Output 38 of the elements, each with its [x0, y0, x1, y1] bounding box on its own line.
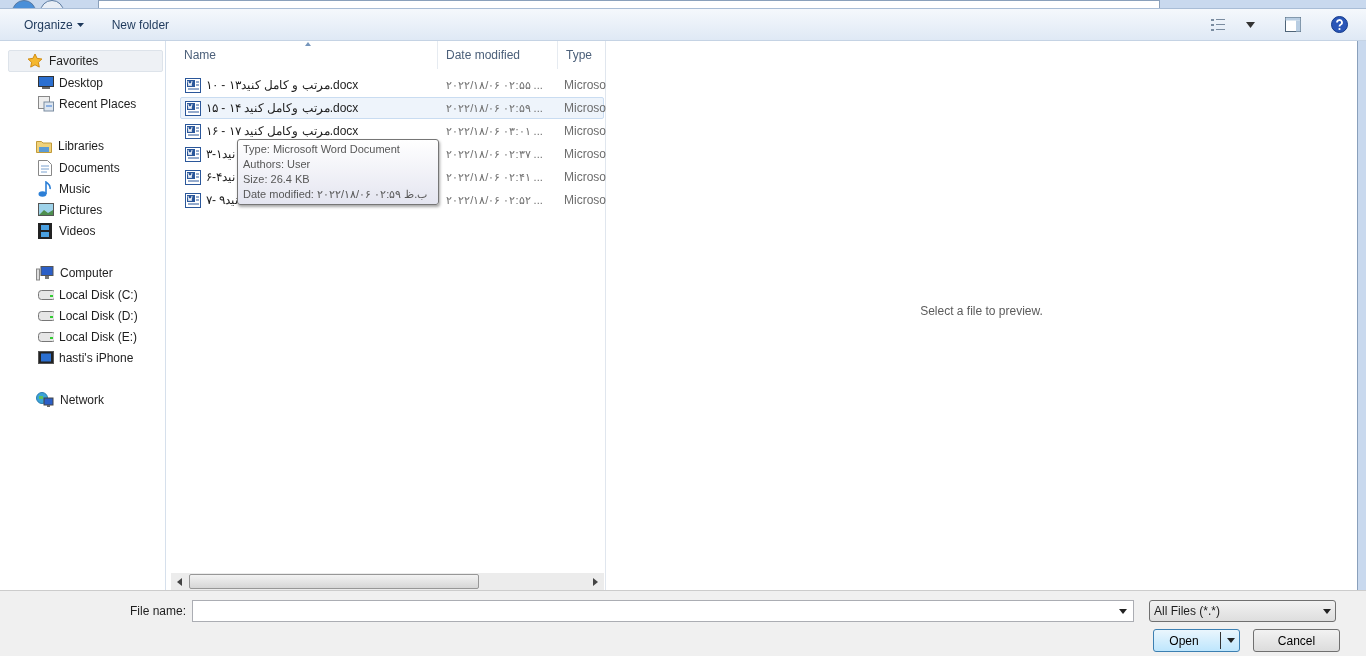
tooltip-line: Size: 26.4 KB — [243, 172, 311, 187]
file-type: Microso — [564, 78, 606, 92]
file-type: Microso — [564, 147, 606, 161]
tooltip-line: Type: Microsoft Word Document — [243, 142, 401, 157]
file-name: مرتب و کامل کنید۱۳ - ۱۰.docx — [206, 78, 359, 92]
sidebar-item-label: Documents — [59, 160, 120, 175]
sidebar-item-label: Local Disk (E:) — [59, 329, 138, 344]
tooltip-line: Authors: User — [243, 157, 312, 172]
sidebar-group-label: Favorites — [49, 54, 99, 68]
sidebar-group-label: Libraries — [58, 139, 105, 153]
file-name: نید۱-۳ — [206, 147, 235, 161]
file-type: Microso — [564, 170, 606, 184]
sidebar-item-label: Local Disk (D:) — [59, 308, 138, 323]
file-name: مرتب وکامل کنید ۱۴ - ۱۵.docx — [206, 101, 359, 115]
date-modified: ۲۰۲۲/۱۸/۰۶ ۰۲:۵۵ ... — [446, 78, 543, 92]
sidebar-group-label: Network — [60, 393, 104, 407]
file-type: Microso — [564, 193, 606, 207]
preview-message: Select a file to preview. — [920, 303, 1043, 318]
tooltip-line: Date modified: ۲۰۲۲/۱۸/۰۶ ب.ظ ۰۲:۵۹ — [243, 187, 429, 202]
file-name: نید۴-۶ — [206, 170, 235, 184]
sidebar-item-label: Pictures — [59, 202, 103, 217]
date-modified: ۲۰۲۲/۱۸/۰۶ ۰۲:۵۲ ... — [446, 193, 543, 207]
file-type: Microso — [564, 124, 606, 138]
sidebar-item-label: Local Disk (C:) — [59, 287, 138, 302]
file-name: مرتب وکامل کنید ۱۷ - ۱۶.docx — [206, 124, 359, 138]
date-modified: ۲۰۲۲/۱۸/۰۶ ۰۲:۵۹ ... — [446, 101, 543, 115]
sidebar-item-label: Desktop — [59, 75, 104, 90]
sidebar-group-label: Computer — [60, 266, 113, 280]
date-modified: ۲۰۲۲/۱۸/۰۶ ۰۳:۰۱ ... — [446, 124, 543, 138]
file-name-label: File name: — [128, 604, 187, 618]
file-name: نید۹ -۷ — [206, 193, 239, 207]
date-modified: ۲۰۲۲/۱۸/۰۶ ۰۲:۳۷ ... — [446, 147, 543, 161]
sidebar-item-label: Recent Places — [59, 96, 137, 111]
sidebar-item-label: Music — [59, 181, 91, 196]
date-modified: ۲۰۲۲/۱۸/۰۶ ۰۲:۴۱ ... — [446, 170, 543, 184]
file-type: Microso — [564, 101, 606, 115]
sidebar-item-label: Videos — [59, 223, 96, 238]
sidebar-item-label: hasti's iPhone — [59, 350, 134, 365]
